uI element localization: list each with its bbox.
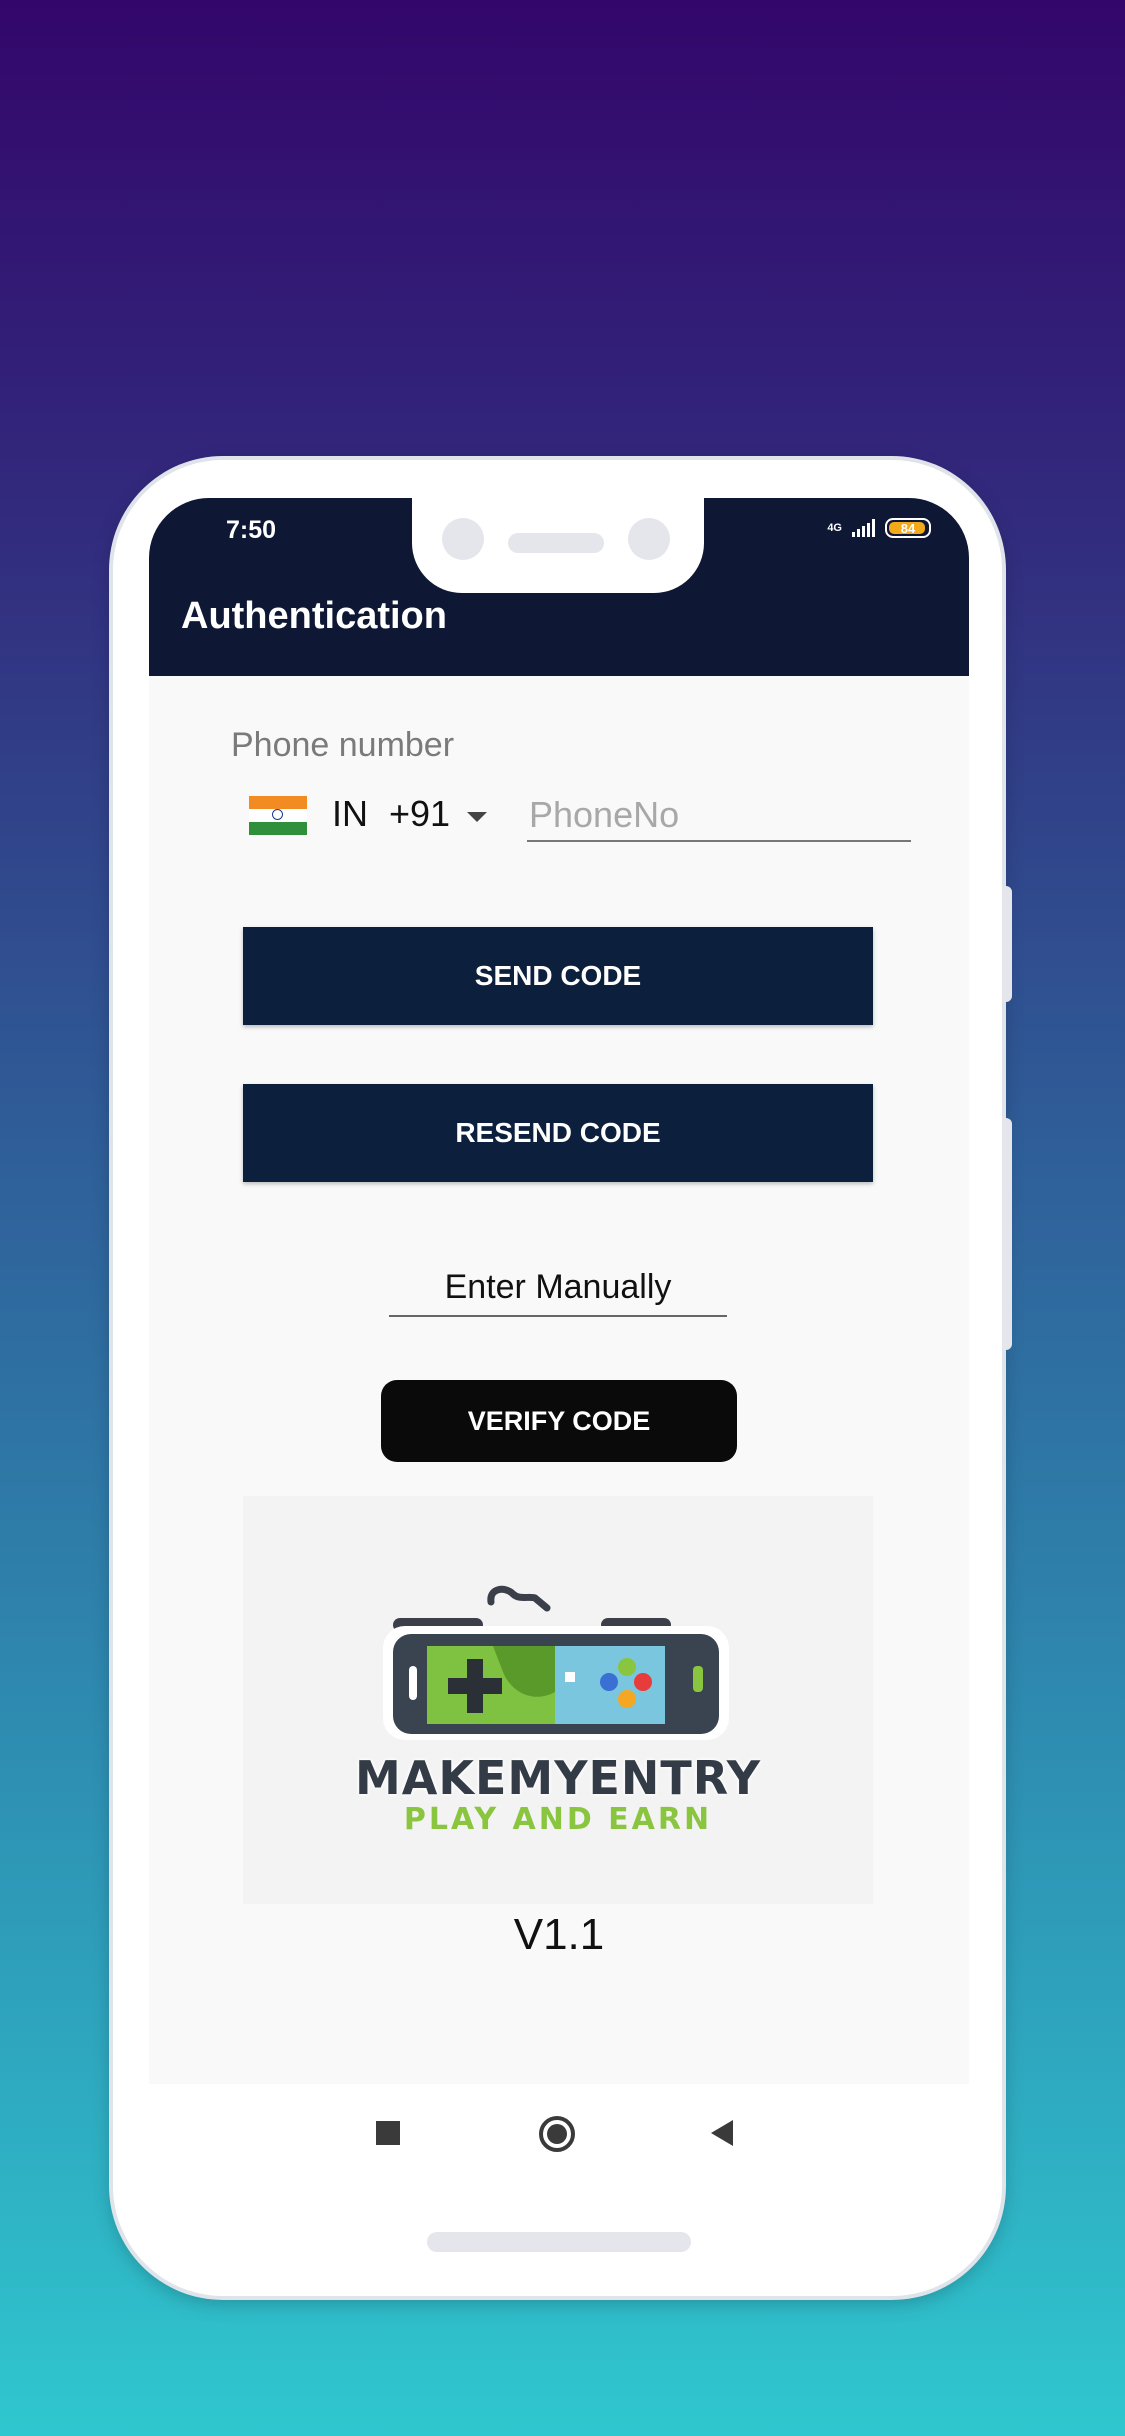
resend-code-button[interactable]: RESEND CODE (243, 1084, 873, 1182)
earpiece-speaker (508, 533, 604, 553)
navigation-bar (149, 2084, 969, 2184)
verify-code-button[interactable]: VERIFY CODE (381, 1380, 737, 1462)
back-triangle-icon[interactable] (711, 2120, 733, 2146)
status-time: 7:50 (226, 516, 277, 544)
logo-subtitle: PLAY AND EARN (403, 1802, 713, 1837)
status-icons: 4G 84 (827, 518, 931, 538)
version-label: V1.1 (513, 1910, 605, 1959)
device-power-button (1002, 1118, 1012, 1350)
battery-level: 84 (900, 520, 916, 536)
gamepad-logo-icon (383, 1585, 729, 1740)
network-type: 4G (827, 522, 842, 534)
sensor-icon (628, 518, 670, 560)
recents-square-icon[interactable] (376, 2121, 400, 2145)
send-code-button[interactable]: SEND CODE (243, 927, 873, 1025)
app-bar: 7:50 4G 84 Authentication (149, 498, 969, 676)
front-camera-icon (442, 518, 484, 560)
device-volume-button (1002, 886, 1012, 1002)
dropdown-caret-icon[interactable] (467, 812, 487, 822)
phone-screen: 7:50 4G 84 Authentication Phone number I… (149, 498, 969, 2084)
phone-number-input[interactable] (527, 790, 911, 842)
camera-notch (412, 498, 704, 593)
app-logo: MAKEMYENTRY PLAY AND EARN (243, 1496, 873, 1904)
battery-icon: 84 (885, 518, 931, 538)
india-flag-icon[interactable] (249, 796, 307, 835)
country-code[interactable]: IN (332, 793, 368, 835)
enter-manually-link[interactable]: Enter Manually (389, 1268, 727, 1317)
dial-code[interactable]: +91 (389, 793, 450, 835)
signal-icon (852, 519, 875, 537)
home-circle-icon[interactable] (539, 2116, 575, 2152)
page-title: Authentication (181, 595, 447, 637)
phone-number-label: Phone number (231, 726, 455, 764)
home-indicator[interactable] (427, 2232, 691, 2252)
logo-title: MAKEMYENTRY (354, 1751, 762, 1805)
